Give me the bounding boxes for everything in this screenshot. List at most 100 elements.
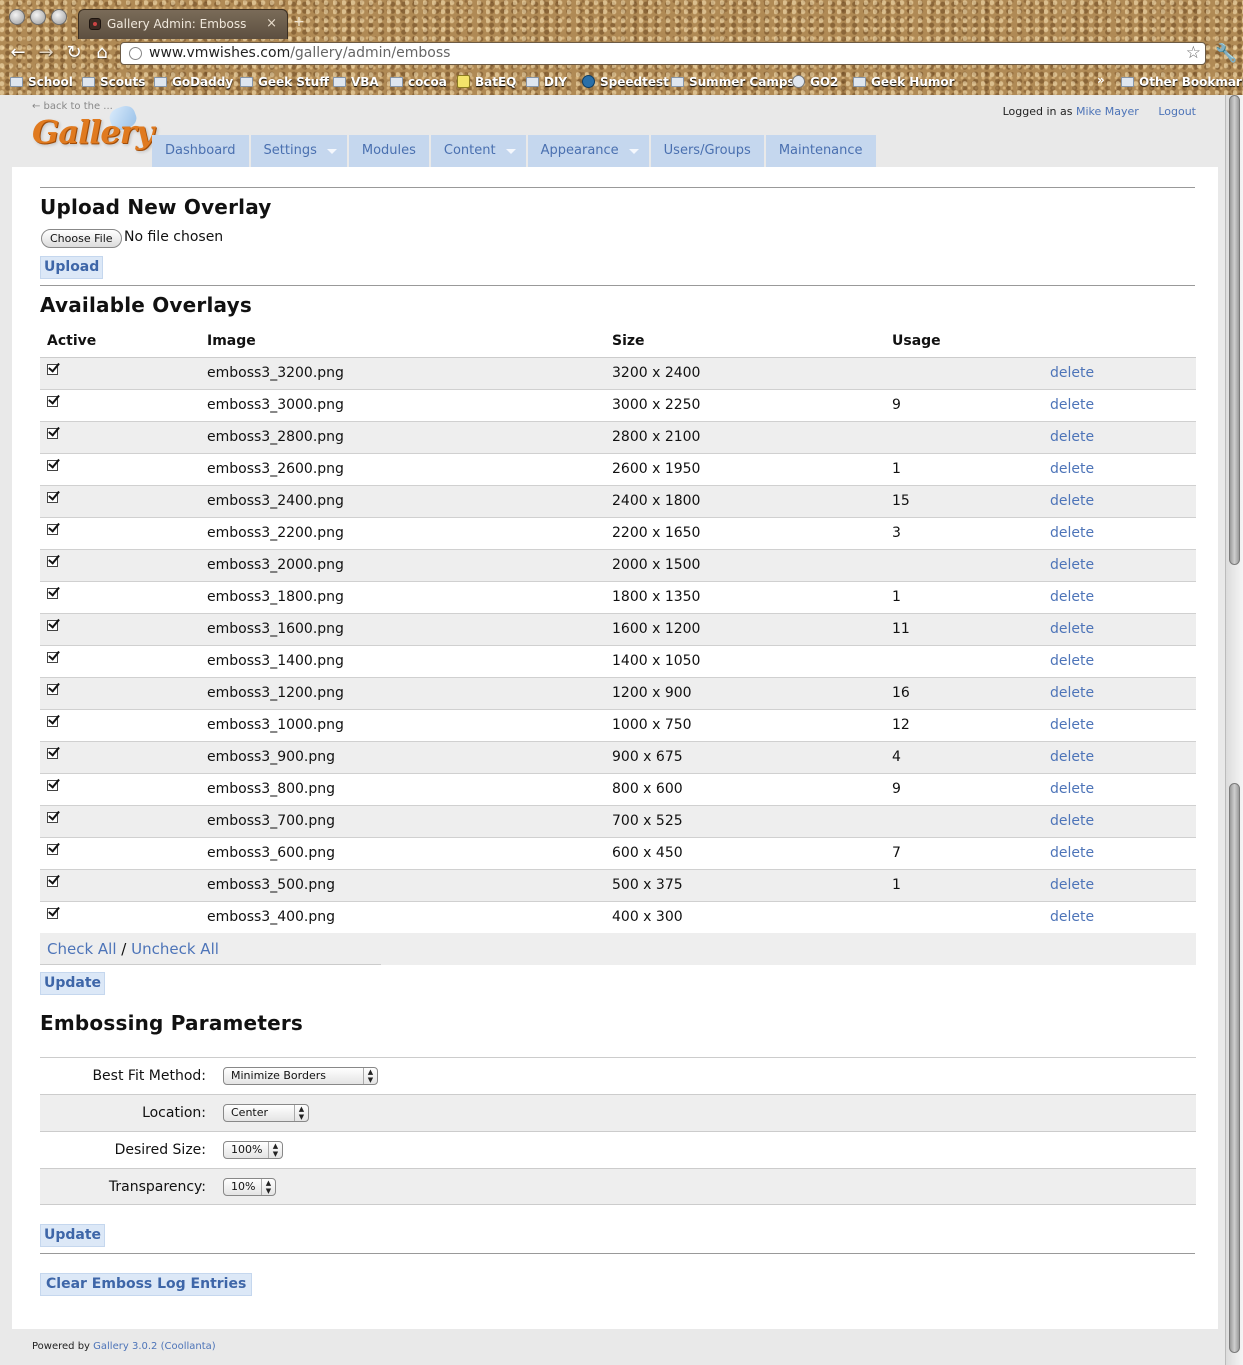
close-tab-icon[interactable]: × xyxy=(266,10,277,38)
delete-link[interactable]: delete xyxy=(1050,429,1094,445)
bookmark-bateq[interactable]: BatEQ xyxy=(457,74,516,92)
scrollbar-thumb[interactable] xyxy=(1229,783,1240,1353)
active-checkbox[interactable] xyxy=(47,844,58,855)
delete-link[interactable]: delete xyxy=(1050,589,1094,605)
new-tab-button[interactable]: + xyxy=(292,15,306,30)
table-row: emboss3_3000.png 3000 x 2250 9 delete xyxy=(40,389,1196,422)
bookmark-geek-humor[interactable]: Geek Humor xyxy=(853,74,955,92)
image-name-cell: emboss3_800.png xyxy=(200,773,605,806)
user-name-link[interactable]: Mike Mayer xyxy=(1076,105,1139,118)
delete-link[interactable]: delete xyxy=(1050,909,1094,925)
close-window-button[interactable] xyxy=(9,9,25,25)
delete-link[interactable]: delete xyxy=(1050,461,1094,477)
delete-link[interactable]: delete xyxy=(1050,653,1094,669)
bookmark-school[interactable]: School xyxy=(10,74,73,92)
check-all-link[interactable]: Check All xyxy=(47,940,117,958)
menu-appearance[interactable]: Appearance xyxy=(527,135,649,167)
desired-size-select[interactable]: 100% ▲ ▼ xyxy=(223,1141,283,1159)
active-checkbox[interactable] xyxy=(47,492,58,503)
bookmark-other-bookmarks[interactable]: Other Bookmarks xyxy=(1121,74,1243,92)
bookmark-speedtest[interactable]: Speedtest xyxy=(582,74,669,92)
minimize-window-button[interactable] xyxy=(30,9,46,25)
bookmark-godaddy[interactable]: GoDaddy xyxy=(154,74,233,92)
active-checkbox[interactable] xyxy=(47,716,58,727)
location-select[interactable]: Center ▲ ▼ xyxy=(223,1104,309,1122)
image-name-cell: emboss3_1400.png xyxy=(200,645,605,678)
table-row: emboss3_1200.png 1200 x 900 16 delete xyxy=(40,677,1196,710)
menu-content[interactable]: Content xyxy=(430,135,526,167)
delete-link[interactable]: delete xyxy=(1050,845,1094,861)
active-checkbox[interactable] xyxy=(47,396,58,407)
active-checkbox[interactable] xyxy=(47,588,58,599)
bookmark-diy[interactable]: DIY xyxy=(526,74,567,92)
delete-link[interactable]: delete xyxy=(1050,813,1094,829)
menu-dashboard[interactable]: Dashboard xyxy=(152,135,249,167)
uncheck-all-link[interactable]: Uncheck All xyxy=(131,940,219,958)
active-checkbox[interactable] xyxy=(47,556,58,567)
delete-link[interactable]: delete xyxy=(1050,621,1094,637)
active-checkbox[interactable] xyxy=(47,780,58,791)
active-checkbox[interactable] xyxy=(47,364,58,375)
best-fit-select[interactable]: Minimize Borders ▲ ▼ xyxy=(223,1067,378,1085)
delete-link[interactable]: delete xyxy=(1050,397,1094,413)
choose-file-button[interactable]: Choose File xyxy=(41,229,122,248)
bookmarks-overflow-chevron[interactable]: » xyxy=(1097,73,1105,87)
active-checkbox[interactable] xyxy=(47,812,58,823)
delete-link[interactable]: delete xyxy=(1050,525,1094,541)
active-checkbox[interactable] xyxy=(47,620,58,631)
image-name-cell: emboss3_2800.png xyxy=(200,421,605,454)
active-checkbox[interactable] xyxy=(47,460,58,471)
bookmark-summer-camps[interactable]: Summer Camps xyxy=(671,74,795,92)
menu-users-groups[interactable]: Users/Groups xyxy=(650,135,764,167)
bookmark-scouts[interactable]: Scouts xyxy=(82,74,145,92)
bookmark-geek-stuff[interactable]: Geek Stuff xyxy=(240,74,329,92)
browser-tab[interactable]: Gallery Admin: Emboss × xyxy=(78,9,288,39)
delete-link[interactable]: delete xyxy=(1050,685,1094,701)
forward-arrow-icon[interactable]: → xyxy=(36,43,56,63)
delete-link[interactable]: delete xyxy=(1050,557,1094,573)
active-checkbox[interactable] xyxy=(47,524,58,535)
delete-link[interactable]: delete xyxy=(1050,749,1094,765)
bookmark-star-icon[interactable]: ☆ xyxy=(1186,43,1201,64)
image-name-cell: emboss3_1000.png xyxy=(200,709,605,742)
active-checkbox[interactable] xyxy=(47,652,58,663)
scrollbar[interactable] xyxy=(1225,95,1243,1365)
address-bar[interactable]: www.vmwishes.com/gallery/admin/emboss ☆ xyxy=(120,42,1206,65)
update-parameters-button[interactable]: Update xyxy=(40,1224,106,1247)
image-name-cell: emboss3_2200.png xyxy=(200,517,605,550)
scrollbar-thumb[interactable] xyxy=(1229,95,1240,565)
bookmark-go2[interactable]: GO2 xyxy=(792,74,838,92)
upload-button[interactable]: Upload xyxy=(40,256,104,279)
no-file-chosen-text: No file chosen xyxy=(124,229,224,245)
delete-link[interactable]: delete xyxy=(1050,493,1094,509)
table-row: emboss3_1600.png 1600 x 1200 11 delete xyxy=(40,613,1196,646)
active-checkbox[interactable] xyxy=(47,684,58,695)
home-icon[interactable]: ⌂ xyxy=(92,43,112,63)
delete-link[interactable]: delete xyxy=(1050,717,1094,733)
active-cell xyxy=(40,677,200,710)
bookmark-cocoa[interactable]: cocoa xyxy=(390,74,447,92)
menu-maintenance[interactable]: Maintenance xyxy=(765,135,876,167)
active-checkbox[interactable] xyxy=(47,876,58,887)
back-to-gallery-link[interactable]: ← back to the ... xyxy=(32,101,113,112)
delete-link[interactable]: delete xyxy=(1050,365,1094,381)
active-checkbox[interactable] xyxy=(47,428,58,439)
back-arrow-icon[interactable]: ← xyxy=(8,43,28,63)
gallery-logo[interactable]: Gallery xyxy=(32,113,154,151)
clear-emboss-log-button[interactable]: Clear Emboss Log Entries xyxy=(40,1273,253,1296)
logout-link[interactable]: Logout xyxy=(1158,105,1196,118)
transparency-select[interactable]: 10% ▲ ▼ xyxy=(223,1178,276,1196)
update-overlays-button[interactable]: Update xyxy=(40,972,106,995)
bateq-icon xyxy=(457,75,470,88)
active-checkbox[interactable] xyxy=(47,908,58,919)
bookmark-vba[interactable]: VBA xyxy=(333,74,379,92)
zoom-window-button[interactable] xyxy=(51,9,67,25)
menu-settings[interactable]: Settings xyxy=(250,135,347,167)
wrench-icon[interactable]: 🔧 xyxy=(1215,43,1237,64)
active-checkbox[interactable] xyxy=(47,748,58,759)
reload-icon[interactable]: ↻ xyxy=(64,43,84,63)
menu-modules[interactable]: Modules xyxy=(348,135,429,167)
gallery-version-link[interactable]: Gallery 3.0.2 (Coollanta) xyxy=(93,1341,216,1352)
delete-link[interactable]: delete xyxy=(1050,877,1094,893)
delete-link[interactable]: delete xyxy=(1050,781,1094,797)
